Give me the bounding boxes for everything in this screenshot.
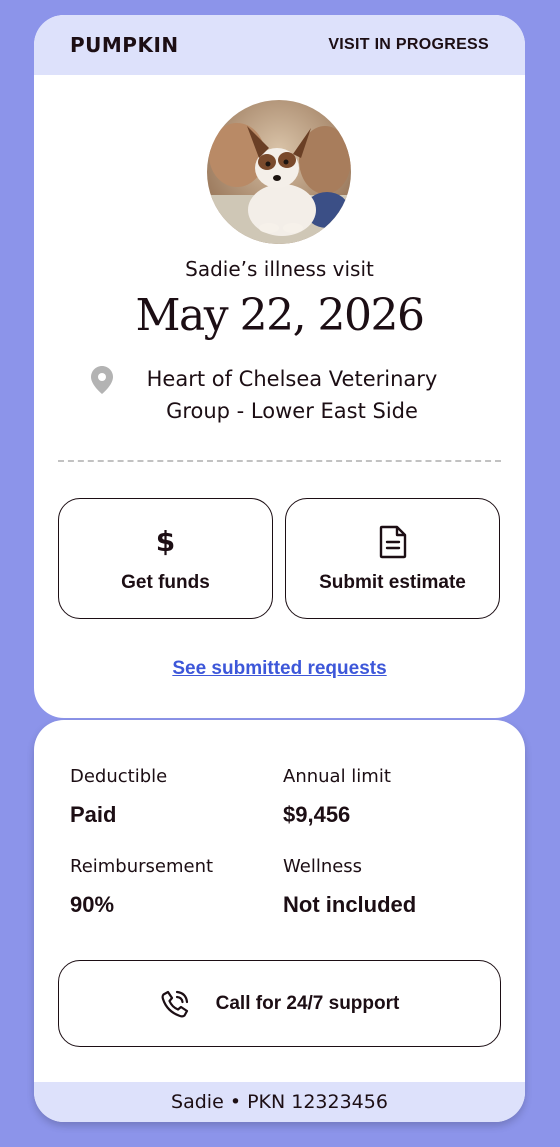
brand-logo: PUMPKIN (70, 33, 179, 57)
reimbursement-value: 90% (70, 892, 115, 917)
plan-card: Deductible Paid Annual limit $9,456 Reim… (34, 720, 525, 1122)
wellness-label: Wellness (283, 856, 363, 877)
divider (58, 460, 501, 462)
submit-estimate-button[interactable]: Submit estimate (285, 498, 500, 619)
clinic-location: Heart of Chelsea Veterinary Group - Lowe… (90, 363, 470, 427)
annual-limit-value: $9,456 (283, 802, 351, 827)
submit-estimate-label: Submit estimate (319, 571, 466, 593)
get-funds-button[interactable]: $ Get funds (58, 498, 273, 619)
clinic-name: Heart of Chelsea Veterinary Group - Lowe… (146, 367, 438, 423)
document-icon (379, 525, 406, 558)
dollar-icon: $ (155, 525, 176, 558)
call-support-button[interactable]: Call for 24/7 support (58, 960, 501, 1047)
visit-card: PUMPKIN VISIT IN PROGRESS Sadie’s illnes… (34, 15, 525, 718)
deductible-label: Deductible (70, 766, 168, 787)
top-bar: PUMPKIN VISIT IN PROGRESS (34, 15, 525, 75)
reimbursement-label: Reimbursement (70, 856, 214, 877)
dog-photo (207, 100, 351, 244)
deductible-value: Paid (70, 802, 117, 827)
wellness-value: Not included (283, 892, 417, 917)
pet-avatar (207, 100, 351, 244)
policy-footer: Sadie • PKN 12323456 (34, 1082, 525, 1122)
visit-date: May 22, 2026 (135, 290, 425, 341)
visit-status: VISIT IN PROGRESS (328, 36, 489, 53)
see-submitted-requests-link[interactable]: See submitted requests (34, 658, 525, 680)
visit-title: Sadie’s illness visit (185, 257, 374, 281)
annual-limit-label: Annual limit (283, 766, 391, 787)
phone-call-icon (161, 990, 188, 1017)
call-support-label: Call for 24/7 support (215, 992, 400, 1014)
get-funds-label: Get funds (121, 571, 210, 593)
location-pin-icon (91, 366, 113, 394)
